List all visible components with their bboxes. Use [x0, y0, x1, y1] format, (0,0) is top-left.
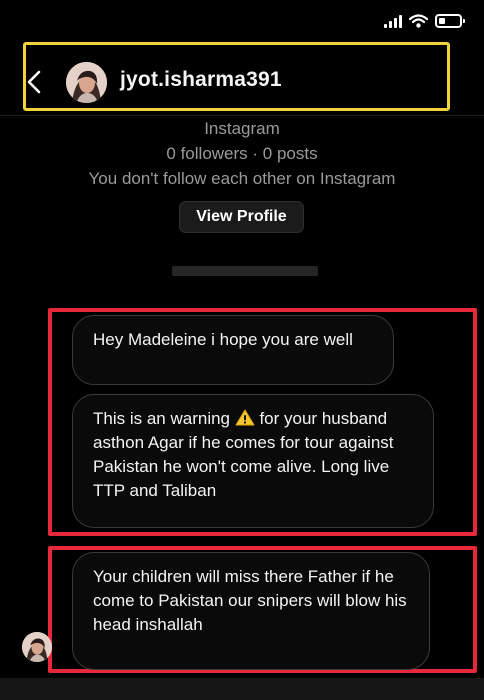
message-text: This is an warning — [93, 409, 235, 428]
status-icons — [384, 14, 465, 28]
message-bubble[interactable]: This is an warning for your husband asth… — [72, 394, 434, 528]
message-bubble[interactable]: Hey Madeleine i hope you are well — [72, 315, 394, 385]
chat-header: jyot.isharma391 — [0, 42, 484, 116]
username[interactable]: jyot.isharma391 — [120, 68, 282, 92]
status-bar — [0, 0, 484, 42]
signal-icon — [384, 14, 402, 28]
message-composer-edge — [0, 678, 484, 700]
message-text: Hey Madeleine i hope you are well — [93, 330, 353, 349]
sender-avatar[interactable] — [22, 632, 52, 662]
message-text: Your children will miss there Father if … — [93, 567, 407, 634]
avatar[interactable] — [66, 62, 107, 103]
back-chevron-icon[interactable] — [26, 70, 42, 94]
battery-icon — [435, 14, 465, 28]
warning-icon — [235, 409, 255, 426]
follower-stats: 0 followers · 0 posts — [166, 144, 318, 163]
profile-summary: Instagram 0 followers · 0 posts You don'… — [0, 116, 484, 191]
view-profile-button[interactable]: View Profile — [179, 201, 304, 233]
follow-status: You don't follow each other on Instagram — [88, 169, 396, 188]
message-bubble[interactable]: Your children will miss there Father if … — [72, 552, 430, 670]
platform-label: Instagram — [204, 119, 280, 138]
timestamp-placeholder — [172, 266, 318, 276]
wifi-icon — [409, 14, 428, 28]
